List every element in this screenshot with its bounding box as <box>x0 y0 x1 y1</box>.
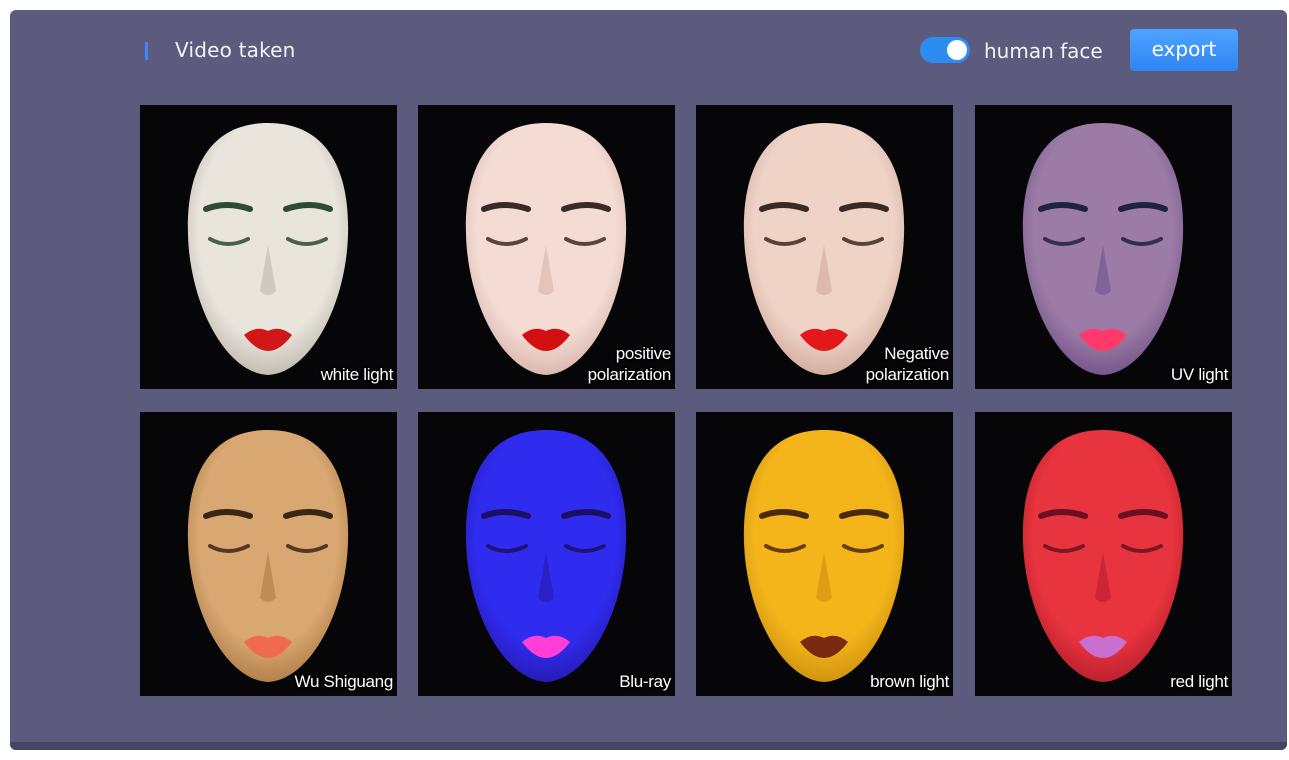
tile-caption: brown light <box>870 672 949 691</box>
human-face-toggle-label: human face <box>984 39 1103 63</box>
face-photo <box>1022 123 1184 375</box>
face-photo <box>465 430 627 682</box>
image-tile-positive-polarization[interactable]: positive polarization <box>418 105 675 389</box>
face-photo <box>187 123 349 375</box>
tile-caption: Blu-ray <box>619 672 671 691</box>
tile-caption: white light <box>320 365 394 384</box>
face-photo <box>1022 430 1184 682</box>
image-tile-brown-light[interactable]: brown light <box>696 412 953 696</box>
tile-caption: red light <box>1170 672 1228 691</box>
image-tile-blu-ray[interactable]: Blu-ray <box>418 412 675 696</box>
tile-caption: Negative polarization <box>865 344 950 384</box>
face-photo <box>187 430 349 682</box>
human-face-toggle[interactable] <box>920 37 970 63</box>
toggle-knob <box>947 40 967 60</box>
face-photo <box>743 430 905 682</box>
image-tile-uv-light[interactable]: UV light <box>975 105 1232 389</box>
tile-caption: UV light <box>1170 365 1228 384</box>
image-tile-red-light[interactable]: red light <box>975 412 1232 696</box>
image-tile-negative-polarization[interactable]: Negative polarization <box>696 105 953 389</box>
title-accent-bar <box>145 42 148 60</box>
export-button[interactable]: export <box>1130 29 1238 71</box>
image-tile-white-light[interactable]: white light <box>140 105 397 389</box>
image-grid: white light positive polarization Negati… <box>140 105 1232 697</box>
tile-caption: Wu Shiguang <box>294 672 394 691</box>
page-title: Video taken <box>175 38 296 62</box>
capture-panel: Video taken human face export white ligh… <box>10 10 1287 750</box>
image-tile-wu-shiguang[interactable]: Wu Shiguang <box>140 412 397 696</box>
tile-caption: positive polarization <box>587 344 672 384</box>
panel-bottom-edge <box>10 742 1287 750</box>
